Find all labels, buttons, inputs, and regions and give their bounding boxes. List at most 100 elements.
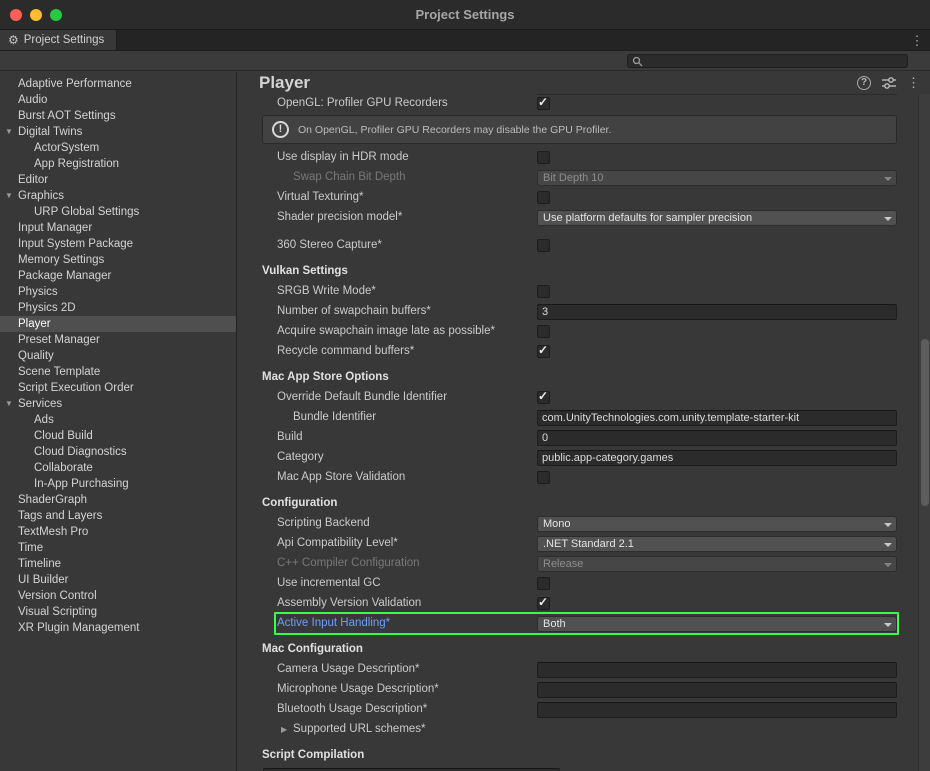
- sidebar-item-script-execution-order[interactable]: Script Execution Order: [0, 380, 236, 396]
- foldout-closed-icon[interactable]: ▶: [281, 725, 287, 734]
- text-field-category[interactable]: public.app-category.games: [537, 450, 897, 466]
- checkbox-acquire-swapchain-image-late-as-possible[interactable]: [537, 325, 550, 338]
- sidebar-item-in-app-purchasing[interactable]: In-App Purchasing: [0, 476, 236, 492]
- foldout-open-icon[interactable]: ▼: [5, 399, 13, 408]
- checkbox-mac-app-store-validation[interactable]: [537, 471, 550, 484]
- sidebar-item-input-manager[interactable]: Input Manager: [0, 220, 236, 236]
- sidebar-item-timeline[interactable]: Timeline: [0, 556, 236, 572]
- field-area: Use platform defaults for sampler precis…: [537, 210, 897, 226]
- titlebar: Project Settings: [0, 0, 930, 30]
- checkbox-recycle-command-buffers[interactable]: ✓: [537, 345, 550, 358]
- sidebar-item-physics[interactable]: Physics: [0, 284, 236, 300]
- checkbox-use-incremental-gc[interactable]: [537, 577, 550, 590]
- row-script-compilation: Script Compilation: [237, 746, 918, 766]
- sidebar-item-time[interactable]: Time: [0, 540, 236, 556]
- dropdown-c-compiler-configuration: Release: [537, 556, 897, 572]
- checkbox-use-display-in-hdr-mode[interactable]: [537, 151, 550, 164]
- text-field-microphone-usage-description[interactable]: [537, 682, 897, 698]
- sidebar-item-digital-twins[interactable]: ▼Digital Twins: [0, 124, 236, 140]
- sidebar-item-shadergraph[interactable]: ShaderGraph: [0, 492, 236, 508]
- sidebar-item-editor[interactable]: Editor: [0, 172, 236, 188]
- sidebar-item-burst-aot-settings[interactable]: Burst AOT Settings: [0, 108, 236, 124]
- sidebar-item-tags-and-layers[interactable]: Tags and Layers: [0, 508, 236, 524]
- text-field-number-of-swapchain-buffers[interactable]: 3: [537, 304, 897, 320]
- sidebar-item-adaptive-performance[interactable]: Adaptive Performance: [0, 76, 236, 92]
- sidebar-item-urp-global-settings[interactable]: URP Global Settings: [0, 204, 236, 220]
- close-button[interactable]: [10, 9, 22, 21]
- field-area: Both: [537, 616, 897, 632]
- foldout-open-icon[interactable]: ▼: [5, 127, 13, 136]
- sidebar-item-cloud-build[interactable]: Cloud Build: [0, 428, 236, 444]
- help-icon[interactable]: ?: [857, 76, 871, 90]
- sidebar-item-label: Scene Template: [18, 366, 100, 378]
- sidebar-item-textmesh-pro[interactable]: TextMesh Pro: [0, 524, 236, 540]
- sidebar-item-ui-builder[interactable]: UI Builder: [0, 572, 236, 588]
- main-panel: Player ? ⋮ OpenGL: Profiler GPU Recorder…: [237, 72, 930, 771]
- sidebar-item-app-registration[interactable]: App Registration: [0, 156, 236, 172]
- presets-icon[interactable]: [882, 77, 896, 89]
- main-header: Player ? ⋮: [237, 72, 930, 94]
- sidebar-item-xr-plugin-management[interactable]: XR Plugin Management: [0, 620, 236, 636]
- text-field-bluetooth-usage-description[interactable]: [537, 702, 897, 718]
- foldout-label[interactable]: Supported URL schemes*: [293, 723, 426, 735]
- scrollbar[interactable]: [918, 94, 930, 771]
- sidebar-item-label: Quality: [18, 350, 54, 362]
- text-field-camera-usage-description[interactable]: [537, 662, 897, 678]
- sidebar-item-ads[interactable]: Ads: [0, 412, 236, 428]
- sidebar-item-collaborate[interactable]: Collaborate: [0, 460, 236, 476]
- fullscreen-button[interactable]: [50, 9, 62, 21]
- row-label: Virtual Texturing*: [277, 191, 364, 203]
- sidebar-item-label: Version Control: [18, 590, 97, 602]
- scrollbar-thumb[interactable]: [921, 339, 929, 506]
- dropdown-swap-chain-bit-depth: Bit Depth 10: [537, 170, 897, 186]
- sidebar-item-scene-template[interactable]: Scene Template: [0, 364, 236, 380]
- checkbox-360-stereo-capture[interactable]: [537, 239, 550, 252]
- text-field-build[interactable]: 0: [537, 430, 897, 446]
- checkbox-assembly-version-validation[interactable]: ✓: [537, 597, 550, 610]
- sidebar-item-version-control[interactable]: Version Control: [0, 588, 236, 604]
- minimize-button[interactable]: [30, 9, 42, 21]
- checkbox-override-default-bundle-identifier[interactable]: ✓: [537, 391, 550, 404]
- sidebar-item-quality[interactable]: Quality: [0, 348, 236, 364]
- search-input[interactable]: [646, 55, 903, 67]
- sidebar-item-audio[interactable]: Audio: [0, 92, 236, 108]
- sidebar-item-actorsystem[interactable]: ActorSystem: [0, 140, 236, 156]
- foldout-open-icon[interactable]: ▼: [5, 191, 13, 200]
- sidebar-item-visual-scripting[interactable]: Visual Scripting: [0, 604, 236, 620]
- content-area: Adaptive Performance Audio Burst AOT Setti…: [0, 72, 930, 771]
- row-acquire-swapchain-image-late-as-possible: Acquire swapchain image late as possible…: [237, 322, 918, 342]
- sidebar-item-package-manager[interactable]: Package Manager: [0, 268, 236, 284]
- checkbox-opengl-profiler-gpu-recorders[interactable]: ✓: [537, 97, 550, 110]
- row-label: Bluetooth Usage Description*: [277, 703, 427, 715]
- sidebar-item-label: URP Global Settings: [34, 206, 139, 218]
- sidebar-item-label: Audio: [18, 94, 47, 106]
- sidebar-item-memory-settings[interactable]: Memory Settings: [0, 252, 236, 268]
- dropdown-shader-precision-model[interactable]: Use platform defaults for sampler precis…: [537, 210, 897, 226]
- field-area: [537, 324, 897, 340]
- row-build: Build0: [237, 428, 918, 448]
- sidebar-item-label: Physics: [18, 286, 58, 298]
- tabbar-menu-icon[interactable]: ⋮: [904, 30, 930, 50]
- row-use-incremental-gc: Use incremental GC: [237, 574, 918, 594]
- search-box[interactable]: [627, 54, 908, 68]
- page-title: Player: [259, 73, 310, 93]
- sidebar-item-player[interactable]: Player: [0, 316, 236, 332]
- row-opengl-profiler-gpu-recorders: OpenGL: Profiler GPU Recorders✓: [237, 94, 918, 114]
- dropdown-active-input-handling[interactable]: Both: [537, 616, 897, 632]
- checkbox-srgb-write-mode[interactable]: [537, 285, 550, 298]
- text-field-bundle-identifier[interactable]: com.UnityTechnologies.com.unity.template…: [537, 410, 897, 426]
- header-icons: ? ⋮: [857, 76, 920, 90]
- sidebar-item-services[interactable]: ▼Services: [0, 396, 236, 412]
- sidebar-item-physics-2d[interactable]: Physics 2D: [0, 300, 236, 316]
- dropdown-api-compatibility-level[interactable]: .NET Standard 2.1: [537, 536, 897, 552]
- checkbox-virtual-texturing[interactable]: [537, 191, 550, 204]
- row-virtual-texturing: Virtual Texturing*: [237, 188, 918, 208]
- dropdown-scripting-backend[interactable]: Mono: [537, 516, 897, 532]
- sidebar-item-cloud-diagnostics[interactable]: Cloud Diagnostics: [0, 444, 236, 460]
- sidebar-item-preset-manager[interactable]: Preset Manager: [0, 332, 236, 348]
- tab-project-settings[interactable]: ⚙ Project Settings: [0, 30, 117, 50]
- more-menu-icon[interactable]: ⋮: [907, 76, 920, 90]
- field-area: Bit Depth 10: [537, 170, 897, 186]
- sidebar-item-input-system-package[interactable]: Input System Package: [0, 236, 236, 252]
- sidebar-item-graphics[interactable]: ▼Graphics: [0, 188, 236, 204]
